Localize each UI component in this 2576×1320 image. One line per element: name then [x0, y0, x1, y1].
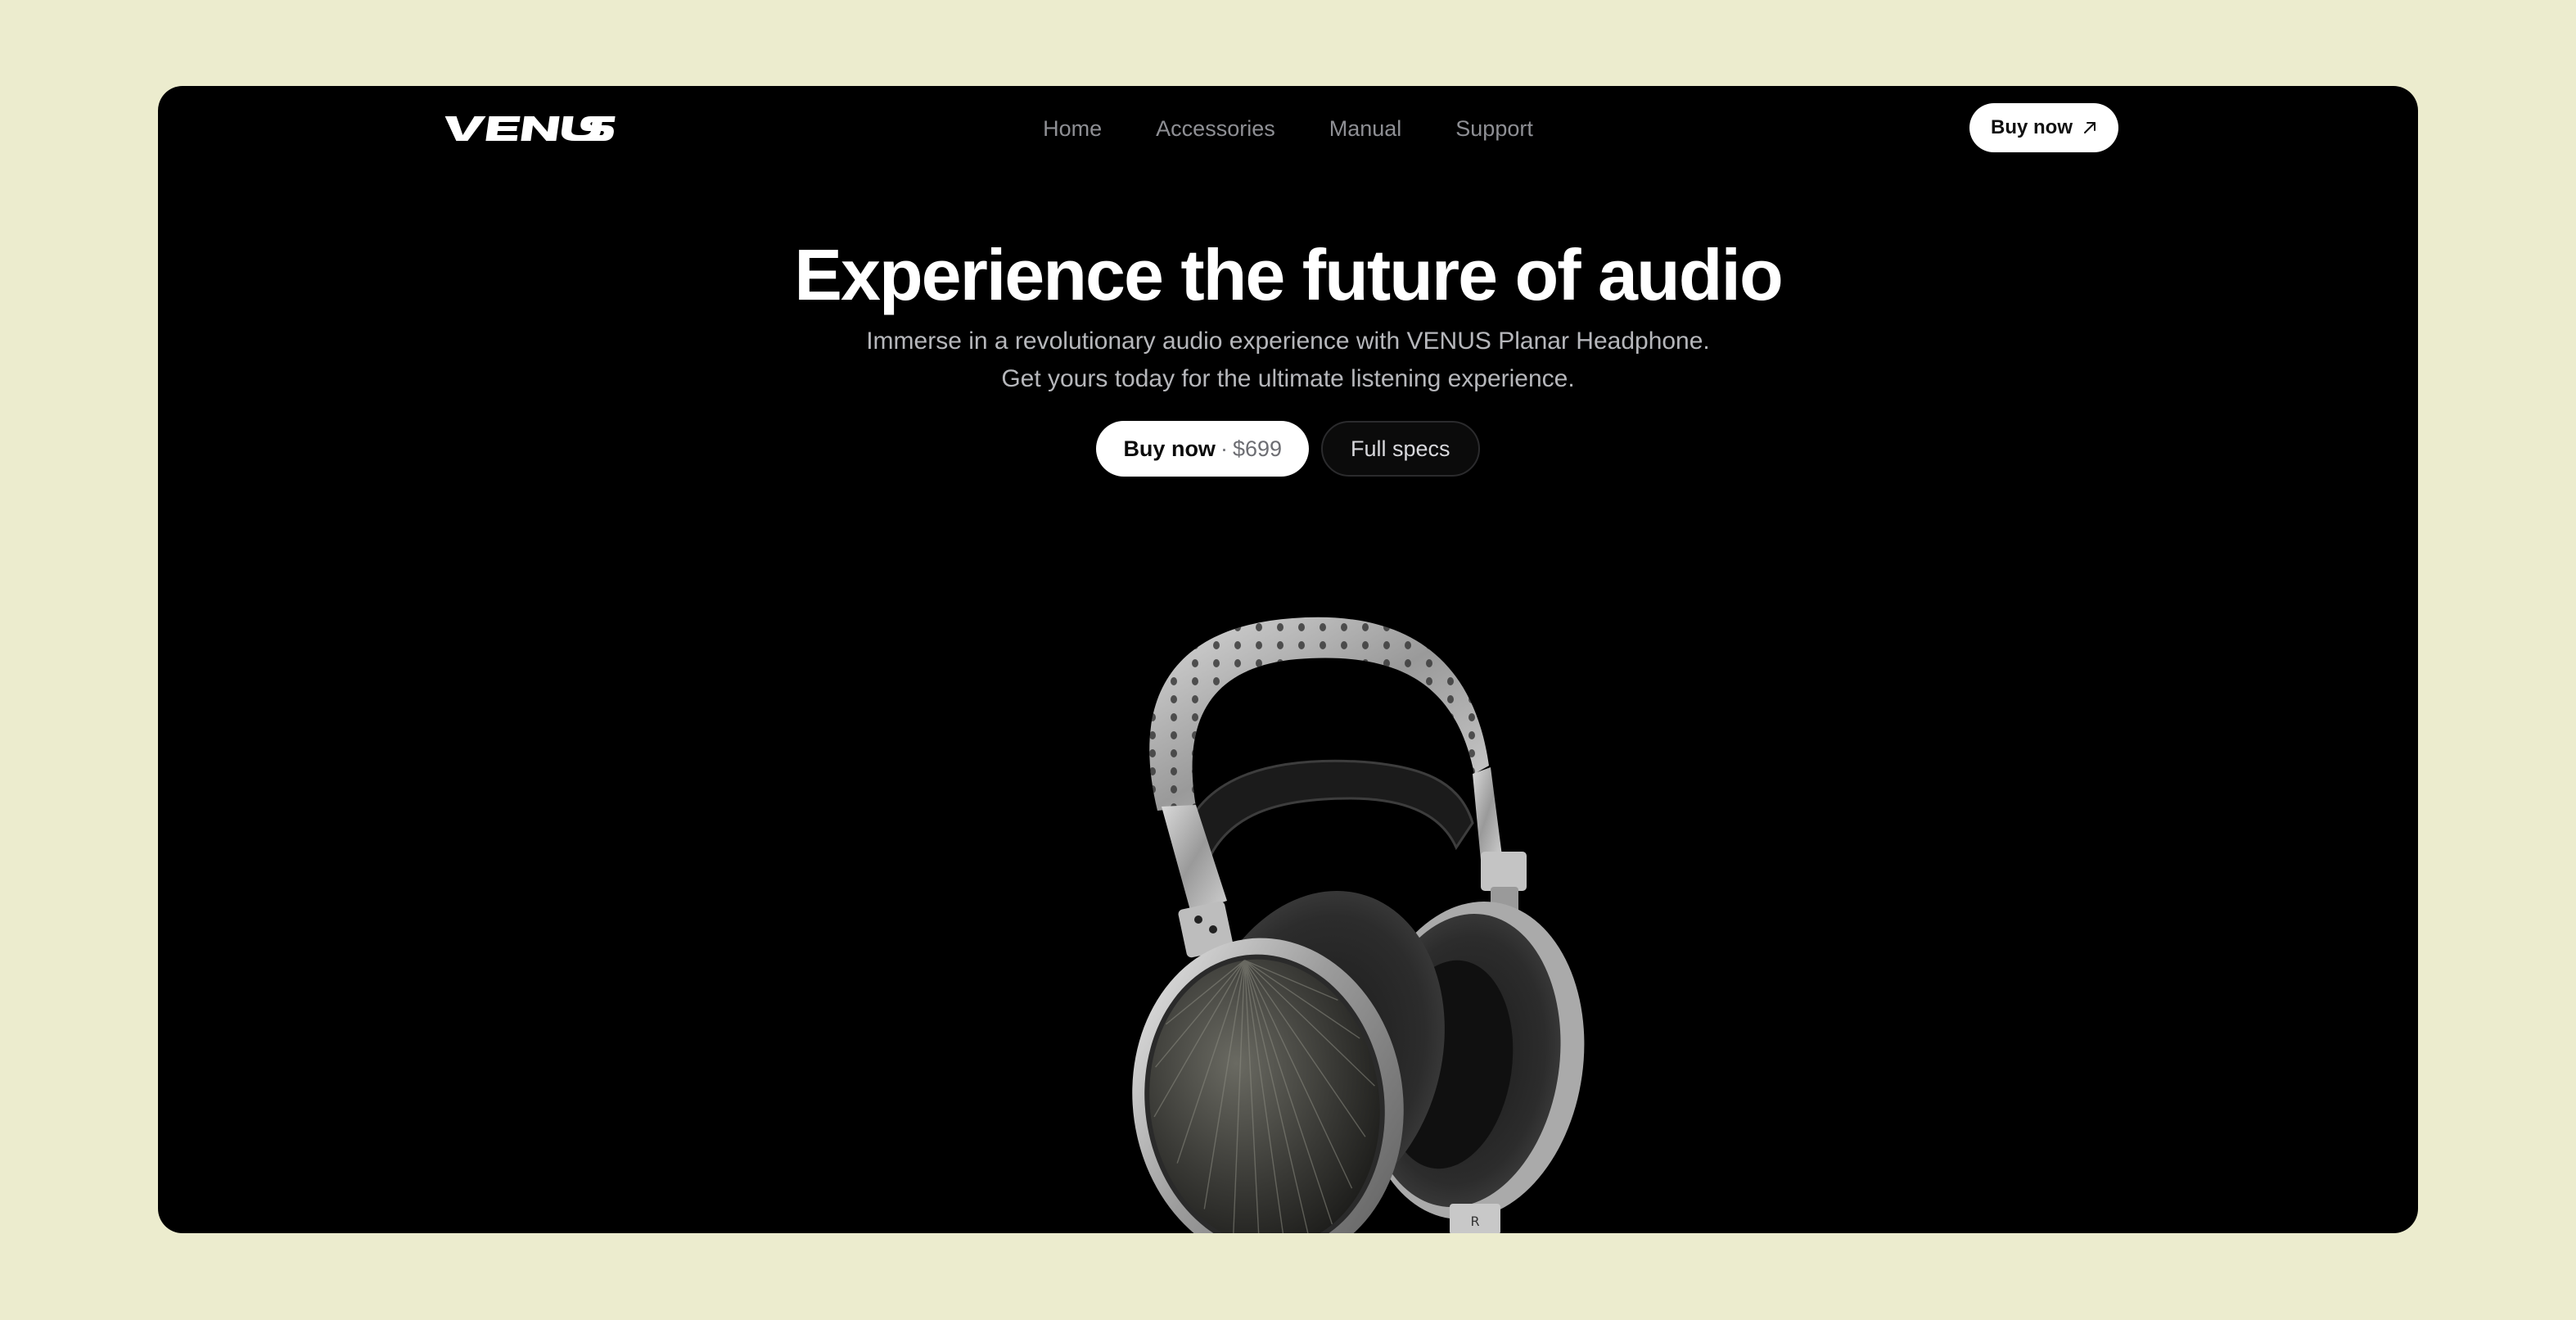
- nav-link-accessories[interactable]: Accessories: [1156, 114, 1275, 143]
- buy-now-label: Buy now: [1123, 436, 1216, 461]
- hero-subtitle-line-2: Get yours today for the ultimate listeni…: [1001, 365, 1575, 392]
- hero-subtitle-line-1: Immerse in a revolutionary audio experie…: [866, 328, 1710, 355]
- buy-now-button[interactable]: Buy now · $699: [1096, 421, 1310, 477]
- full-specs-label: Full specs: [1351, 436, 1450, 461]
- earcup-mark: R: [1470, 1214, 1479, 1229]
- nav-link-manual[interactable]: Manual: [1329, 114, 1402, 143]
- cta-row: Buy now · $699 Full specs: [158, 421, 2418, 477]
- top-nav: Home Accessories Manual Support Buy now: [158, 86, 2418, 168]
- nav-link-support[interactable]: Support: [1455, 114, 1533, 143]
- nav-buy-now-label: Buy now: [1991, 116, 2073, 138]
- hero-title: Experience the future of audio: [794, 234, 1783, 315]
- nav-buy-now-button[interactable]: Buy now: [1969, 103, 2118, 152]
- arrow-up-right-icon: [2082, 120, 2097, 135]
- hero-card: Home Accessories Manual Support Buy now …: [158, 86, 2418, 1233]
- headphone-image: R: [1014, 528, 1694, 1233]
- nav-link-home[interactable]: Home: [1043, 114, 1102, 143]
- price-label: $699: [1232, 436, 1283, 461]
- full-specs-button[interactable]: Full specs: [1321, 421, 1480, 477]
- price-separator: ·: [1220, 436, 1228, 461]
- hero-subtitle: Immerse in a revolutionary audio experie…: [158, 323, 2418, 398]
